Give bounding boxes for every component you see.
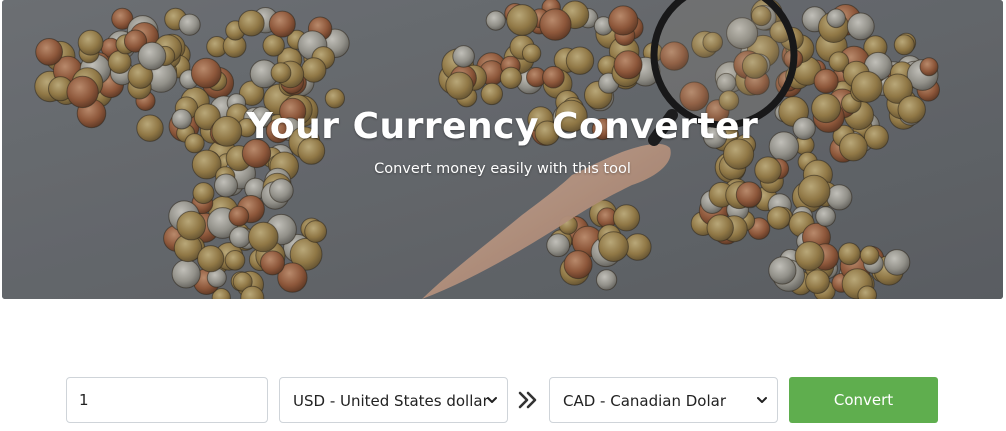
to-currency-select[interactable]: CAD - Canadian Dolar [549,377,778,423]
chevron-down-icon [757,397,767,403]
from-currency-select[interactable]: USD - United States dollar [279,377,508,423]
hero-banner: Your Currency Converter Convert money ea… [2,0,1003,299]
amount-input[interactable] [66,377,268,423]
hero-background-image [2,0,1003,299]
to-currency-value: CAD - Canadian Dolar [563,392,727,410]
chevron-down-icon [487,397,497,403]
converter-form: USD - United States dollar CAD - Canadia… [0,377,1006,423]
page-title: Your Currency Converter [246,106,759,147]
page-subtitle: Convert money easily with this tool [374,161,631,177]
double-chevron-right-icon[interactable] [517,391,539,409]
convert-button[interactable]: Convert [789,377,938,423]
from-currency-value: USD - United States dollar [293,392,489,410]
